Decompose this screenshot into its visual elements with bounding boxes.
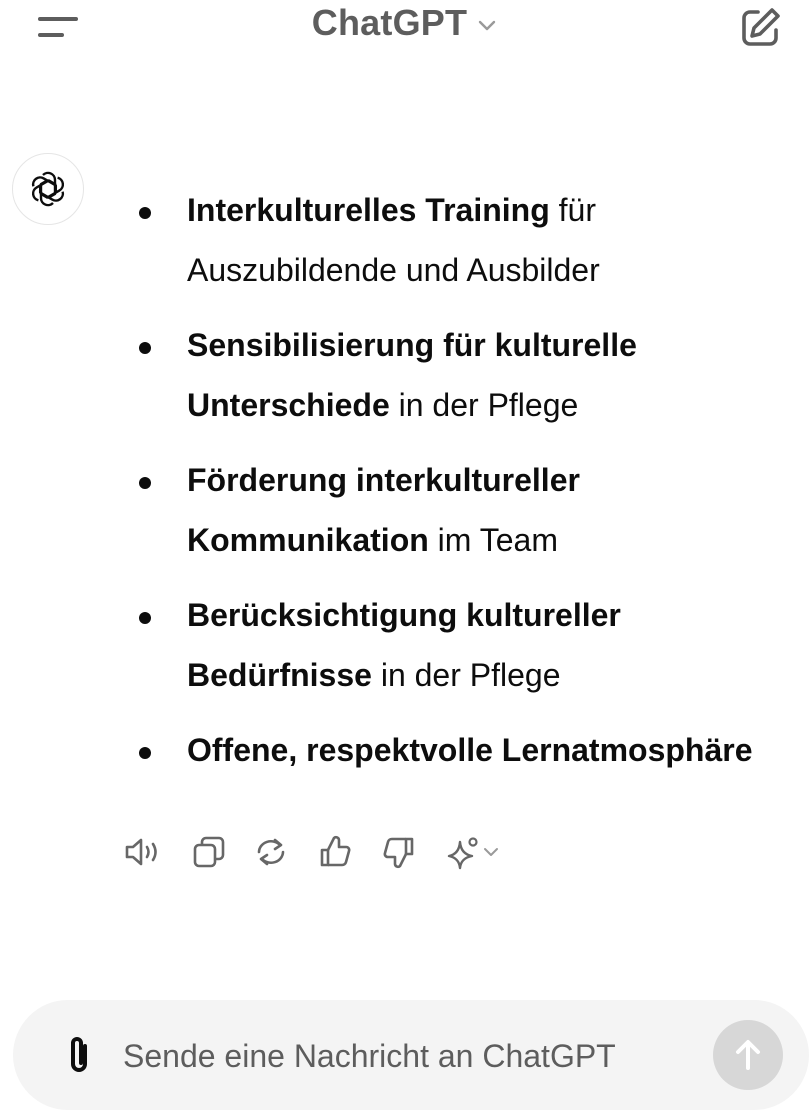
item-text: im Team bbox=[428, 522, 558, 558]
item-text: in der Pflege bbox=[389, 387, 579, 423]
page-title: ChatGPT bbox=[311, 2, 468, 43]
thumbs-down-button[interactable] bbox=[376, 828, 422, 876]
list-item: Sensibilisierung für kulturelle Untersch… bbox=[0, 315, 809, 435]
list-item: Berücksichtigung kultureller Bedürfnisse… bbox=[0, 585, 809, 705]
list-item: Interkulturelles Training für Auszubilde… bbox=[0, 180, 809, 300]
model-switch-button[interactable] bbox=[438, 828, 508, 876]
new-chat-button[interactable] bbox=[736, 4, 784, 52]
bullet-dot bbox=[139, 612, 151, 624]
bullet-dot bbox=[139, 342, 151, 354]
send-button[interactable] bbox=[713, 1020, 783, 1090]
copy-icon bbox=[193, 836, 225, 868]
item-bold-text: Bedürfnisse bbox=[187, 657, 372, 693]
message-input[interactable] bbox=[121, 1030, 685, 1082]
top-bar: ChatGPT bbox=[0, 0, 809, 60]
item-text: in der Pflege bbox=[371, 657, 561, 693]
item-text: Auszubildende und Ausbilder bbox=[187, 252, 600, 288]
regenerate-icon bbox=[257, 838, 285, 866]
model-selector[interactable]: ChatGPT bbox=[0, 2, 809, 44]
attach-button[interactable] bbox=[59, 1032, 99, 1080]
item-bold-text: Berücksichtigung kultureller bbox=[187, 597, 621, 633]
bullet-dot bbox=[139, 477, 151, 489]
item-bold-text: Sensibilisierung für kulturelle bbox=[187, 327, 637, 363]
sparkle-model-icon bbox=[447, 837, 478, 870]
regenerate-button[interactable] bbox=[248, 828, 294, 876]
bullet-dot bbox=[139, 207, 151, 219]
paperclip-icon bbox=[71, 1037, 87, 1072]
item-bold-text: Förderung interkultureller bbox=[187, 462, 580, 498]
read-aloud-icon bbox=[125, 838, 157, 866]
bullet-list: Interkulturelles Training für Auszubilde… bbox=[0, 180, 809, 780]
chevron-down-icon bbox=[479, 20, 496, 31]
list-item: Förderung interkultureller Kommunikation… bbox=[0, 450, 809, 570]
list-item: Offene, respektvolle Lernatmosphäre bbox=[0, 720, 809, 780]
thumbs-up-button[interactable] bbox=[312, 828, 358, 876]
thumbs-up-icon bbox=[320, 835, 351, 867]
item-bold-text: Kommunikation bbox=[187, 522, 429, 558]
arrow-up-icon bbox=[736, 1040, 760, 1070]
thumbs-down-icon bbox=[383, 837, 414, 869]
item-bold-text: Unterschiede bbox=[187, 387, 390, 423]
item-text: für bbox=[549, 192, 596, 228]
item-bold-text: Offene, respektvolle Lernatmosphäre bbox=[187, 732, 753, 768]
bullet-dot bbox=[139, 747, 151, 759]
chevron-down-icon bbox=[484, 848, 498, 856]
new-chat-icon bbox=[742, 8, 780, 46]
message-composer bbox=[13, 1000, 809, 1110]
copy-button[interactable] bbox=[186, 828, 232, 876]
item-bold-text: Interkulturelles Training bbox=[187, 192, 550, 228]
read-aloud-button[interactable] bbox=[120, 828, 166, 876]
